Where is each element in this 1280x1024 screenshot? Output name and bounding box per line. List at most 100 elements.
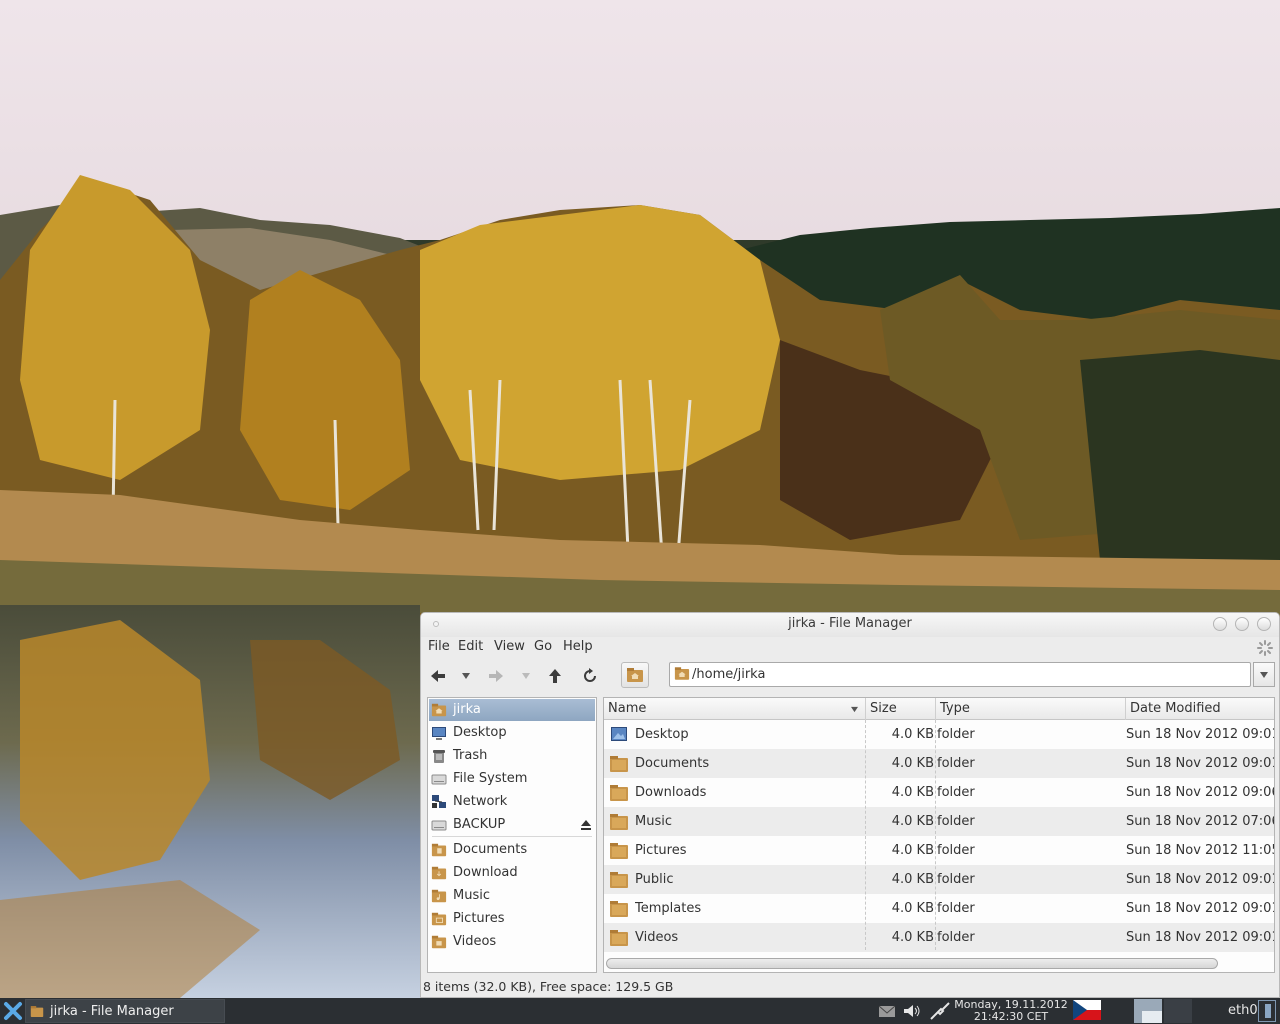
location-input[interactable] [692,665,1244,684]
sidebar-item-label: jirka [453,702,481,717]
arrow-left-icon [431,670,445,682]
minimize-button[interactable] [1213,617,1227,631]
file-type: folder [937,930,975,945]
file-type: folder [937,814,975,829]
mail-icon[interactable] [878,1003,896,1019]
sidebar-item-pictures[interactable]: Pictures [429,908,595,930]
folder-icon [611,727,627,741]
eject-icon[interactable] [580,818,592,832]
keyboard-layout-flag-icon[interactable] [1073,1000,1101,1020]
workspace-2[interactable] [1164,999,1192,1023]
file-list[interactable]: Name Size Type Date Modified Desktop 4.0 … [603,697,1275,973]
menubar: File Edit View Go Help [421,637,1279,659]
sidebar-item-trash[interactable]: Trash [429,745,595,767]
file-row[interactable]: Music 4.0 KBfolder Sun 18 Nov 2012 07:06:1 [604,807,1274,836]
column-modified-header[interactable]: Date Modified [1126,698,1274,720]
volume-icon[interactable] [903,1003,921,1019]
taskbar-item-file-manager[interactable]: jirka - File Manager [25,999,225,1023]
sidebar-item-file-system[interactable]: File System [429,768,595,790]
sidebar-item-label: Documents [453,842,528,857]
file-type: folder [937,756,975,771]
sidebar-separator [432,836,592,837]
sidebar-item-label: Desktop [453,725,507,740]
file-row[interactable]: Templates 4.0 KB folder Sun 18 Nov 2012 09:… [604,894,1274,923]
column-type-header[interactable]: Type [936,698,1126,720]
file-modified: Sun 18 Nov 2012 07:06:1 [1126,814,1274,829]
network-interface-label[interactable]: eth0 [1228,1003,1258,1018]
folder-icon [610,901,628,917]
status-bar: 8 items (32.0 KB), Free space: 129.5 GB [423,979,674,994]
file-size: 4.0 KB [891,872,934,887]
sidebar-item-network[interactable]: Network [429,791,595,813]
show-desktop-button[interactable] [1258,1000,1276,1022]
sidebar-item-desktop[interactable]: Desktop [429,722,595,744]
folder-icon [30,1006,44,1017]
forward-button[interactable] [485,665,507,687]
up-button[interactable] [544,665,566,687]
column-label: Size [870,701,897,716]
taskbar-panel: jirka - File Manager Monday, 19.11.2012 … [0,998,1280,1024]
menu-file[interactable]: File [428,639,450,654]
file-name: Downloads [635,785,707,800]
back-history-dropdown[interactable] [455,665,477,687]
home-folder-icon [674,667,690,680]
folder-documents-icon [431,843,447,857]
drive-icon [431,774,447,785]
sidebar-item-videos[interactable]: Videos [429,931,595,953]
arrow-right-icon [489,670,503,682]
sidebar-item-documents[interactable]: Documents [429,839,595,861]
file-row[interactable]: Videos 4.0 KBfolder Sun 18 Nov 2012 09:01:… [604,923,1274,952]
file-row[interactable]: Desktop 4.0 KBfolder Sun 18 Nov 2012 09:01… [604,720,1274,749]
clock-time: 21:42:30 CET [973,1009,1049,1023]
busy-spinner-icon [1257,640,1273,656]
file-name: Music [635,814,672,829]
column-name-header[interactable]: Name [604,698,866,720]
maximize-button[interactable] [1235,617,1249,631]
folder-icon [610,785,628,801]
folder-videos-icon [431,935,447,949]
window-menu-icon[interactable] [433,621,439,627]
file-row[interactable]: Public 4.0 KBfolder Sun 18 Nov 2012 09:01:… [604,865,1274,894]
file-type: folder [937,872,975,887]
drive-icon [431,820,447,831]
desktop-icon [432,727,446,740]
forward-history-dropdown[interactable] [515,665,537,687]
workspace-1[interactable] [1134,999,1162,1023]
file-row[interactable]: Pictures 4.0 KB folder Sun 18 Nov 2012 11:0… [604,836,1274,865]
file-row[interactable]: Documents 4.0 KB folder Sun 18 Nov 2012 09:… [604,749,1274,778]
close-button[interactable] [1257,617,1271,631]
column-size-header[interactable]: Size [866,698,936,720]
menu-go[interactable]: Go [534,639,552,654]
window-titlebar[interactable]: jirka - File Manager [421,613,1279,637]
home-button[interactable] [621,662,649,688]
reload-button[interactable] [579,665,601,687]
sidebar-item-music[interactable]: Music [429,885,595,907]
horizontal-scrollbar[interactable] [606,958,1218,969]
network-manager-icon[interactable] [929,1001,951,1021]
sidebar-item-download[interactable]: Download [429,862,595,884]
file-size: 4.0 KB [891,843,934,858]
menu-edit[interactable]: Edit [458,639,483,654]
clock[interactable]: Monday, 19.11.2012 21:42:30 CET [950,999,1072,1022]
menu-help[interactable]: Help [563,639,593,654]
location-history-dropdown[interactable] [1253,662,1275,687]
sidebar-item-label: Videos [453,934,497,949]
menu-view[interactable]: View [494,639,525,654]
column-divider [865,720,866,950]
back-button[interactable] [427,665,449,687]
sidebar-item-backup[interactable]: BACKUP [429,814,595,836]
file-size: 4.0 KB [891,727,934,742]
file-modified: Sun 18 Nov 2012 09:01:2 [1126,930,1274,945]
sidebar-item-label: File System [453,771,528,786]
location-bar[interactable] [669,662,1251,687]
folder-icon [610,814,628,830]
column-divider [935,720,936,950]
column-label: Name [608,701,647,716]
file-manager-window[interactable]: jirka - File Manager File Edit View Go H… [420,612,1280,998]
sidebar-item-label: BACKUP [453,817,506,832]
applications-menu-button[interactable] [2,1000,24,1022]
file-type: folder [937,727,975,742]
sidebar-item-jirka[interactable]: jirka [429,699,595,721]
file-row[interactable]: Downloads 4.0 KB folder Sun 18 Nov 2012 09:… [604,778,1274,807]
file-name: Templates [635,901,702,916]
